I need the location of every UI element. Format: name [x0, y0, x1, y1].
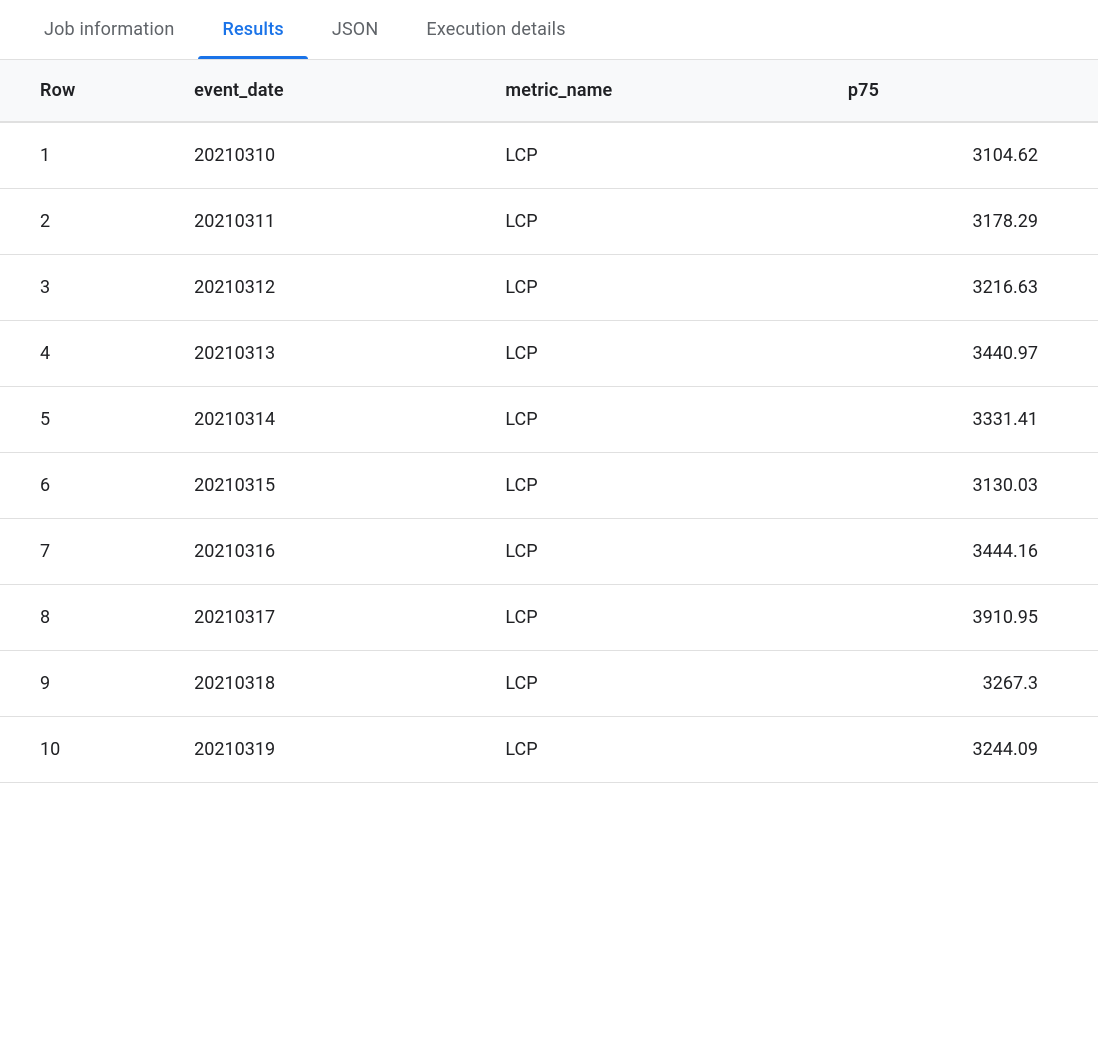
cell-row: 9	[0, 651, 164, 717]
table-row: 920210318LCP3267.3	[0, 651, 1098, 717]
cell-p75: 3331.41	[818, 387, 1098, 453]
cell-p75: 3244.09	[818, 717, 1098, 783]
table-row: 620210315LCP3130.03	[0, 453, 1098, 519]
cell-row: 1	[0, 122, 164, 189]
cell-p75: 3444.16	[818, 519, 1098, 585]
cell-event_date: 20210313	[164, 321, 475, 387]
cell-row: 6	[0, 453, 164, 519]
column-header-metric_name: metric_name	[475, 60, 817, 122]
table-row: 720210316LCP3444.16	[0, 519, 1098, 585]
cell-p75: 3267.3	[818, 651, 1098, 717]
cell-event_date: 20210319	[164, 717, 475, 783]
cell-row: 7	[0, 519, 164, 585]
column-header-p75: p75	[818, 60, 1098, 122]
cell-row: 5	[0, 387, 164, 453]
cell-metric_name: LCP	[475, 585, 817, 651]
table-row: 420210313LCP3440.97	[0, 321, 1098, 387]
cell-metric_name: LCP	[475, 519, 817, 585]
tab-results[interactable]: Results	[198, 0, 307, 59]
table-row: 120210310LCP3104.62	[0, 122, 1098, 189]
cell-p75: 3178.29	[818, 189, 1098, 255]
cell-event_date: 20210317	[164, 585, 475, 651]
column-header-row: Row	[0, 60, 164, 122]
cell-p75: 3216.63	[818, 255, 1098, 321]
table-row: 1020210319LCP3244.09	[0, 717, 1098, 783]
cell-event_date: 20210316	[164, 519, 475, 585]
table-row: 520210314LCP3331.41	[0, 387, 1098, 453]
cell-event_date: 20210312	[164, 255, 475, 321]
table-row: 220210311LCP3178.29	[0, 189, 1098, 255]
cell-row: 2	[0, 189, 164, 255]
cell-p75: 3910.95	[818, 585, 1098, 651]
cell-metric_name: LCP	[475, 387, 817, 453]
cell-row: 8	[0, 585, 164, 651]
cell-row: 3	[0, 255, 164, 321]
cell-event_date: 20210314	[164, 387, 475, 453]
cell-metric_name: LCP	[475, 651, 817, 717]
table-row: 820210317LCP3910.95	[0, 585, 1098, 651]
cell-metric_name: LCP	[475, 453, 817, 519]
cell-metric_name: LCP	[475, 321, 817, 387]
cell-event_date: 20210315	[164, 453, 475, 519]
table-row: 320210312LCP3216.63	[0, 255, 1098, 321]
cell-metric_name: LCP	[475, 122, 817, 189]
cell-event_date: 20210318	[164, 651, 475, 717]
cell-metric_name: LCP	[475, 189, 817, 255]
tab-job-information[interactable]: Job information	[20, 0, 198, 59]
results-table-container: Rowevent_datemetric_namep75 120210310LCP…	[0, 60, 1098, 783]
cell-p75: 3440.97	[818, 321, 1098, 387]
cell-event_date: 20210310	[164, 122, 475, 189]
cell-metric_name: LCP	[475, 255, 817, 321]
tab-json[interactable]: JSON	[308, 0, 403, 59]
cell-p75: 3104.62	[818, 122, 1098, 189]
cell-metric_name: LCP	[475, 717, 817, 783]
cell-event_date: 20210311	[164, 189, 475, 255]
column-header-event_date: event_date	[164, 60, 475, 122]
tab-execution-details[interactable]: Execution details	[402, 0, 589, 59]
cell-row: 10	[0, 717, 164, 783]
cell-p75: 3130.03	[818, 453, 1098, 519]
cell-row: 4	[0, 321, 164, 387]
tabs-container: Job informationResultsJSONExecution deta…	[0, 0, 1098, 60]
results-table: Rowevent_datemetric_namep75 120210310LCP…	[0, 60, 1098, 783]
